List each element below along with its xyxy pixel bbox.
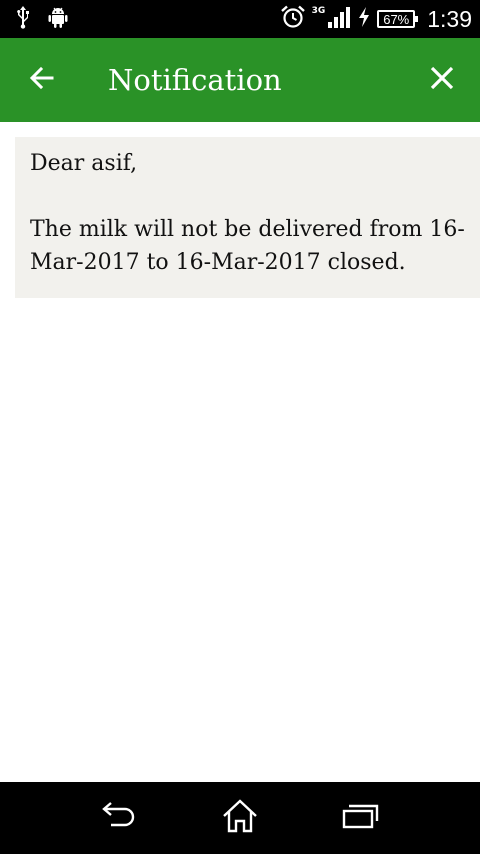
nav-home-button[interactable] <box>220 799 260 837</box>
nav-recent-apps-button[interactable] <box>340 800 380 836</box>
notification-card: Dear asif, The milk will not be delivere… <box>15 137 480 298</box>
recent-apps-icon <box>341 801 379 835</box>
status-bar: 3G 67% 1:39 <box>0 0 480 38</box>
back-button[interactable] <box>24 62 60 98</box>
navigation-bar <box>0 782 480 854</box>
nav-back-button[interactable] <box>100 800 140 836</box>
app-bar: Notification <box>0 38 480 122</box>
clock: 1:39 <box>427 5 472 32</box>
battery-icon: 67% <box>377 10 419 28</box>
close-button[interactable] <box>424 62 460 98</box>
page-title: Notification <box>108 63 282 97</box>
home-icon <box>221 799 259 837</box>
notification-greeting: Dear asif, <box>30 151 138 176</box>
network-type-label: 3G <box>311 6 326 16</box>
close-icon <box>429 65 455 95</box>
android-icon <box>46 5 70 33</box>
back-nav-icon <box>101 801 139 835</box>
battery-percent: 67% <box>383 11 410 27</box>
back-arrow-icon <box>28 64 56 96</box>
charging-icon <box>357 6 371 32</box>
usb-icon <box>14 5 32 33</box>
signal-icon <box>327 5 351 33</box>
alarm-icon <box>280 4 306 34</box>
notification-message: The milk will not be delivered from 16-M… <box>30 217 465 275</box>
